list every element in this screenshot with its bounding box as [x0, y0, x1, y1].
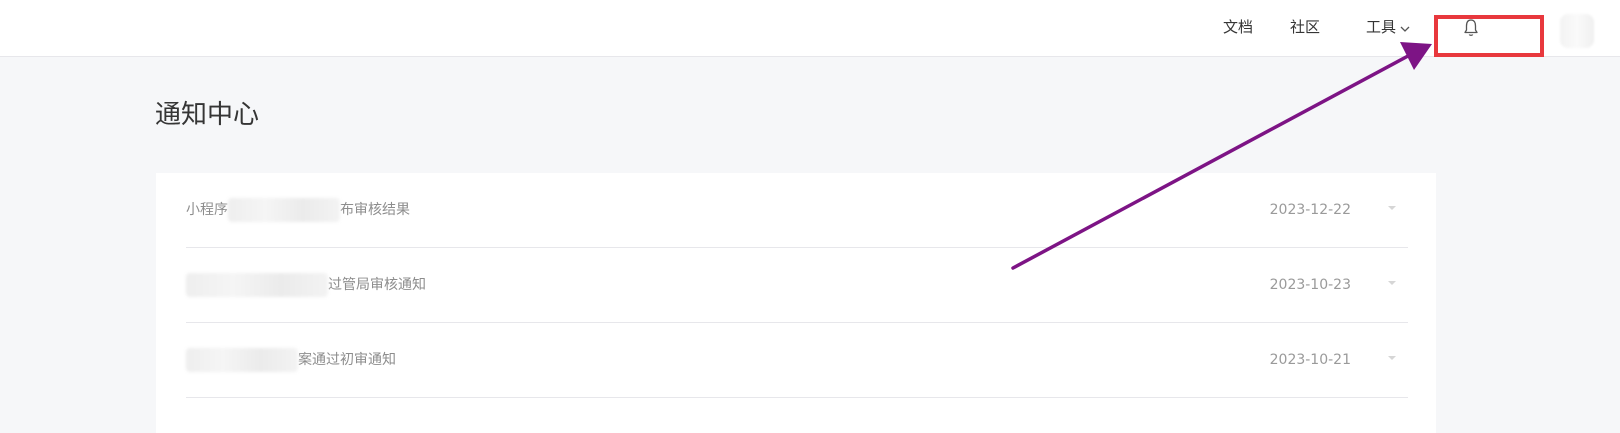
notification-row[interactable]: 小程序 布审核结果 2023-12-22	[186, 173, 1408, 248]
notification-date: 2023-10-21	[1269, 352, 1351, 368]
notification-title-suffix: 案通过初审通知	[298, 352, 396, 368]
nav-community-link[interactable]: 社区	[1290, 17, 1320, 37]
notification-row[interactable]: 案通过初审通知 2023-10-21	[186, 323, 1408, 398]
notification-title: 过管局审核通知	[186, 248, 426, 322]
redacted-text	[186, 273, 328, 297]
notification-row[interactable]: 过管局审核通知 2023-10-23	[186, 248, 1408, 323]
annotation-highlight-box	[1434, 15, 1544, 57]
caret-down-icon[interactable]	[1388, 356, 1396, 360]
notification-title-suffix: 布审核结果	[340, 202, 410, 218]
redacted-text	[186, 348, 298, 372]
notification-title: 案通过初审通知	[186, 323, 396, 397]
nav-tools-label: 工具	[1366, 18, 1397, 36]
notification-list: 小程序 布审核结果 2023-12-22 过管局审核通知 2023-10-23 案…	[156, 173, 1436, 433]
page-title: 通知中心	[155, 100, 260, 130]
notification-title: 小程序 布审核结果	[186, 173, 410, 247]
redacted-text	[228, 198, 340, 222]
notification-date: 2023-10-23	[1269, 277, 1351, 293]
top-nav-bar: 文档 社区 工具	[0, 0, 1620, 57]
caret-down-icon[interactable]	[1388, 206, 1396, 210]
notification-title-suffix: 过管局审核通知	[328, 277, 426, 293]
nav-docs-link[interactable]: 文档	[1223, 17, 1253, 37]
notification-date: 2023-12-22	[1269, 202, 1351, 218]
nav-tools-dropdown[interactable]: 工具	[1366, 17, 1410, 38]
caret-down-icon[interactable]	[1388, 281, 1396, 285]
chevron-down-icon	[1400, 18, 1410, 38]
avatar[interactable]	[1560, 14, 1594, 48]
notification-title-prefix: 小程序	[186, 202, 228, 218]
